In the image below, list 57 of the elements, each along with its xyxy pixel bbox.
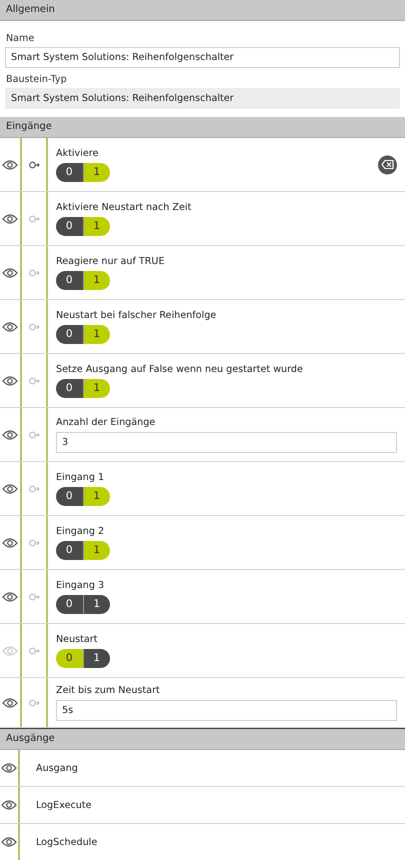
input-label: Eingang 2 [56,526,106,536]
toggle-segment[interactable]: 1 [82,270,110,290]
text-field[interactable]: Smart System Solutions: Reihenfolgenschalter [5,47,400,68]
eye-icon[interactable] [1,800,17,810]
input-label: Aktiviere Neustart nach Zeit [56,202,192,212]
eye-icon[interactable] [1,837,17,847]
text-field[interactable]: 3 [56,432,397,452]
toggle-segment[interactable]: 0 [56,324,82,344]
clear-button[interactable] [378,155,397,174]
toggle-segment[interactable]: 0 [56,162,82,182]
toggle-segment[interactable]: 0 [56,594,82,614]
eye-icon[interactable] [2,592,18,602]
section-header: Ausgänge [0,728,405,750]
input-label: Setze Ausgang auf False wenn neu gestartet wurde [56,364,304,374]
eye-icon[interactable] [1,763,17,773]
toggle-segment[interactable]: 1 [82,324,110,344]
toggle-segment[interactable]: 1 [82,216,110,236]
toggle-segment[interactable]: 0 [56,486,82,506]
input-label: Zeit bis zum Neustart [56,684,161,696]
input-label: Neustart [56,634,99,644]
input-label: Eingang 1 [56,472,106,482]
input-label: Neustart bei falscher Reihenfolge [56,310,218,320]
field-label: Name [6,33,36,44]
output-label: LogExecute [35,800,92,810]
eye-icon[interactable] [2,160,18,170]
input-label: Eingang 3 [56,580,106,590]
connector-icon[interactable] [28,160,40,168]
clear-icon [381,160,394,170]
toggle-segment[interactable]: 1 [82,648,110,668]
toggle-segment[interactable]: 0 [56,216,82,236]
toggle-segment[interactable]: 0 [56,378,82,398]
input-label: Anzahl der Eingänge [56,416,156,428]
eye-icon[interactable] [2,484,18,494]
eye-icon[interactable] [2,214,18,224]
section-header: Eingänge [0,117,405,138]
eye-icon[interactable] [2,538,18,548]
eye-icon[interactable] [2,698,18,708]
toggle-segment[interactable]: 1 [82,594,110,614]
toggle-segment[interactable]: 1 [82,378,110,398]
eye-icon[interactable] [2,268,18,278]
toggle-segment[interactable]: 0 [56,648,82,668]
eye-icon[interactable] [2,376,18,386]
input-label: Reagiere nur auf TRUE [56,256,166,266]
toggle-segment[interactable]: 1 [82,162,110,182]
eye-icon[interactable] [2,430,18,440]
section-header: Allgemein [0,0,405,21]
text-field[interactable]: 5s [56,700,397,720]
output-label: LogSchedule [35,836,98,848]
field-label: Baustein-Typ [6,74,68,85]
eye-icon[interactable] [2,322,18,332]
toggle-segment[interactable]: 0 [56,540,82,560]
toggle-segment[interactable]: 1 [82,486,110,506]
input-label: Aktiviere [56,148,100,158]
toggle-segment[interactable]: 0 [56,270,82,290]
output-label: Ausgang [35,762,78,774]
toggle-segment[interactable]: 1 [82,540,110,560]
readonly-field[interactable]: Smart System Solutions: Reihenfolgenschalter [5,88,400,109]
